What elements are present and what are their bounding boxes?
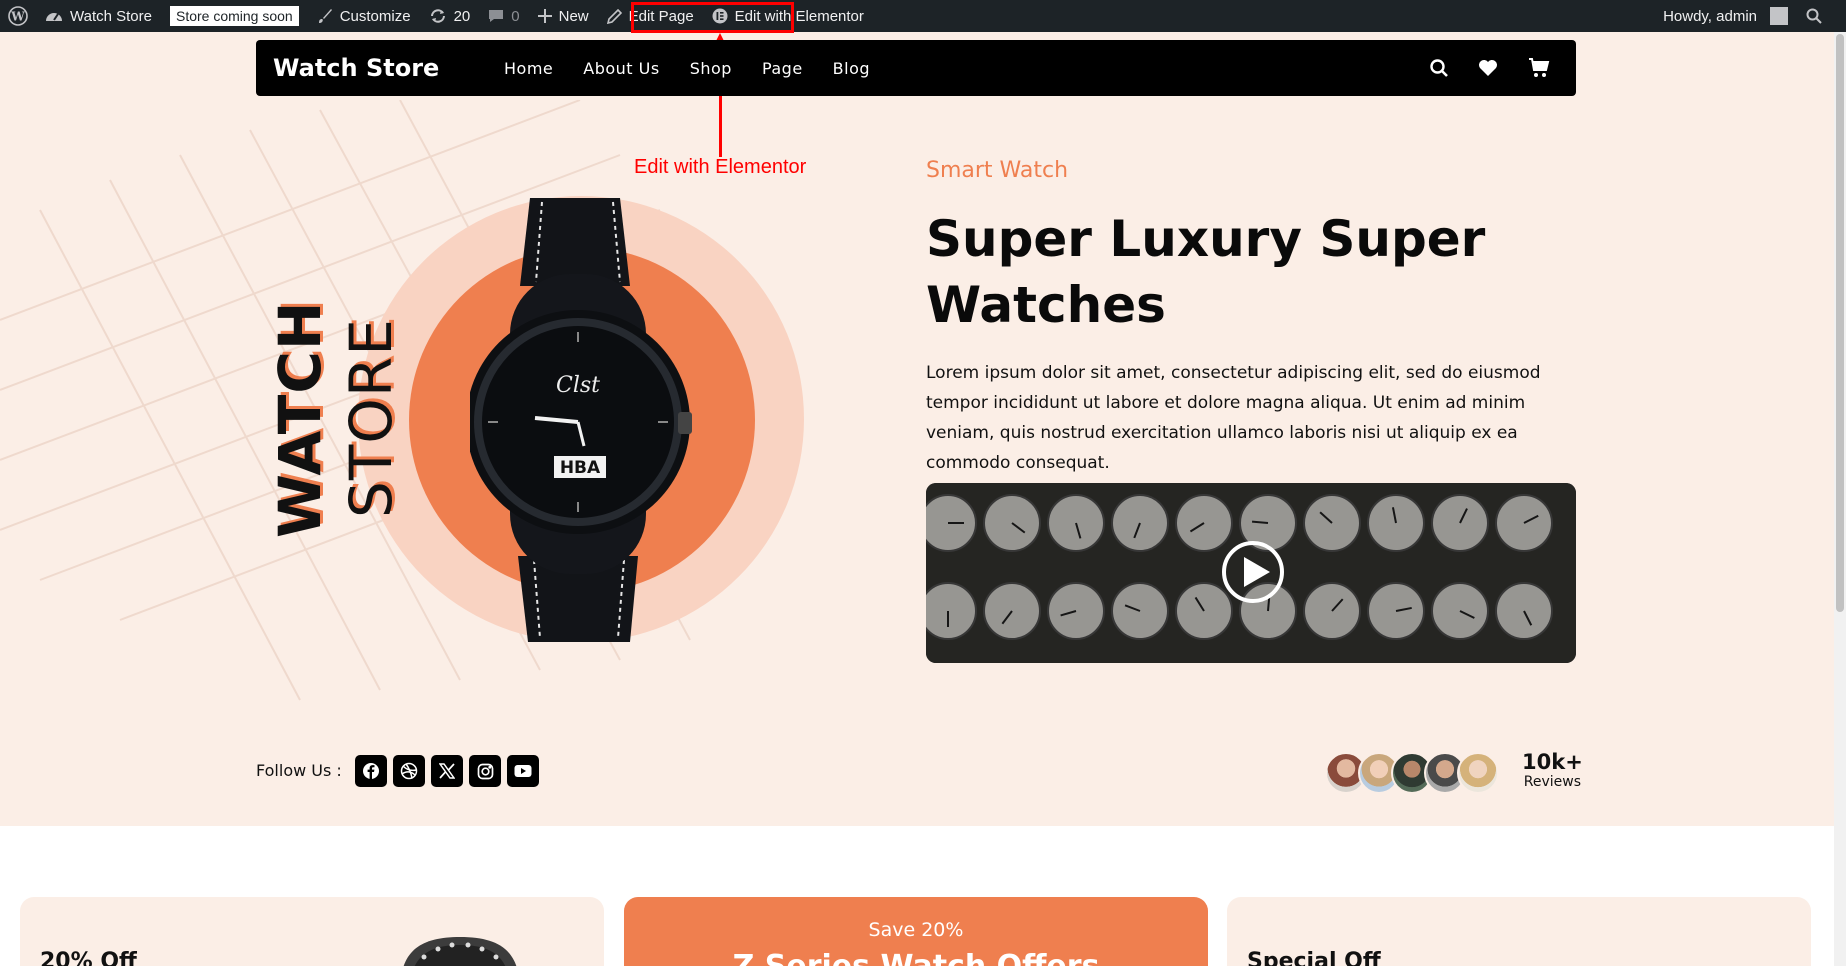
coming-soon-badge: Store coming soon [169,6,299,26]
offer-card-3[interactable]: Special Off [1227,897,1811,966]
updates-icon [430,9,445,23]
site-name-menu[interactable]: Watch Store [36,0,161,32]
new-content-link[interactable]: New [529,0,598,32]
hero-video[interactable] [926,483,1576,663]
comment-icon [489,10,504,22]
wp-admin-bar: W Watch Store Store coming soon Customiz… [0,0,1846,32]
site-logo[interactable]: Watch Store [273,54,504,82]
wordpress-logo-icon[interactable]: W [0,0,36,32]
nav-home[interactable]: Home [504,59,553,78]
social-links [355,755,539,787]
vertical-store-text: STORE [337,318,405,518]
updates-link[interactable]: 20 [420,0,480,32]
brush-icon [318,9,332,23]
pencil-icon [606,8,622,24]
watch-dial-brand: Clst [556,373,600,398]
watch-dial-label: HBA [560,458,601,478]
facebook-icon[interactable] [355,755,387,787]
offer-card-1[interactable]: 20% Off [20,897,604,966]
offer-card-3-text: Special Off [1247,949,1381,966]
comments-count: 0 [511,7,520,25]
updates-count: 20 [453,7,471,25]
edit-elementor-label: Edit with Elementor [734,7,864,25]
hero-description: Lorem ipsum dolor sit amet, consectetur … [926,363,1541,473]
watch-image: Clst HBA [470,198,692,642]
offer-card-1-text: 20% Off [40,949,137,966]
reviews-summary: 10k+ Reviews [1522,750,1583,790]
elementor-icon [712,8,728,24]
admin-search-button[interactable] [1797,0,1846,32]
customize-link[interactable]: Customize [308,0,420,32]
wishlist-heart-icon[interactable] [1478,59,1498,77]
youtube-icon[interactable] [507,755,539,787]
site-name: Watch Store [70,7,152,25]
follow-us-label: Follow Us : [256,761,342,780]
reviewer-avatars [1325,752,1499,794]
dribbble-icon[interactable] [393,755,425,787]
admin-avatar [1770,7,1788,25]
vertical-watch-text: WATCH [266,300,334,538]
svg-text:W: W [10,10,25,24]
main-menu: Home About Us Shop Page Blog [504,59,870,78]
offer-card-2-title: Z Series Watch Offers [624,949,1208,966]
offer-card-2-save: Save 20% [868,919,964,941]
nav-about-us[interactable]: About Us [583,59,659,78]
search-icon [1806,8,1822,24]
site-header: Watch Store Home About Us Shop Page Blog [256,40,1576,96]
cart-icon[interactable] [1528,58,1550,78]
greeting: Howdy, admin [1663,7,1757,25]
x-icon[interactable] [431,755,463,787]
customize-label: Customize [339,7,411,25]
nav-shop[interactable]: Shop [690,59,732,78]
new-label: New [558,7,589,25]
annotation-label: Edit with Elementor [634,156,807,178]
edit-with-elementor-link[interactable]: Edit with Elementor [703,0,873,32]
play-icon[interactable] [1220,539,1286,605]
coming-soon-badge-item[interactable]: Store coming soon [161,0,308,32]
edit-page-label: Edit Page [628,7,694,25]
reviews-count: 10k+ [1522,750,1583,774]
account-menu[interactable]: Howdy, admin [1654,0,1797,32]
comments-link[interactable]: 0 [479,0,528,32]
offer-card-2[interactable]: Save 20% Z Series Watch Offers [624,897,1208,966]
hero-title: Super Luxury Super Watches [926,210,1486,334]
edit-page-link[interactable]: Edit Page [598,0,703,32]
watch-thumbnail [403,937,517,966]
avatar [1457,752,1499,794]
instagram-icon[interactable] [469,755,501,787]
page-scrollbar[interactable] [1834,32,1846,966]
search-icon[interactable] [1430,59,1448,77]
nav-page[interactable]: Page [762,59,803,78]
plus-icon [537,9,552,23]
hero-eyebrow: Smart Watch [926,158,1069,183]
reviews-label: Reviews [1523,774,1582,790]
dashboard-icon [46,13,62,21]
scrollbar-thumb[interactable] [1836,34,1844,612]
nav-blog[interactable]: Blog [833,59,870,78]
